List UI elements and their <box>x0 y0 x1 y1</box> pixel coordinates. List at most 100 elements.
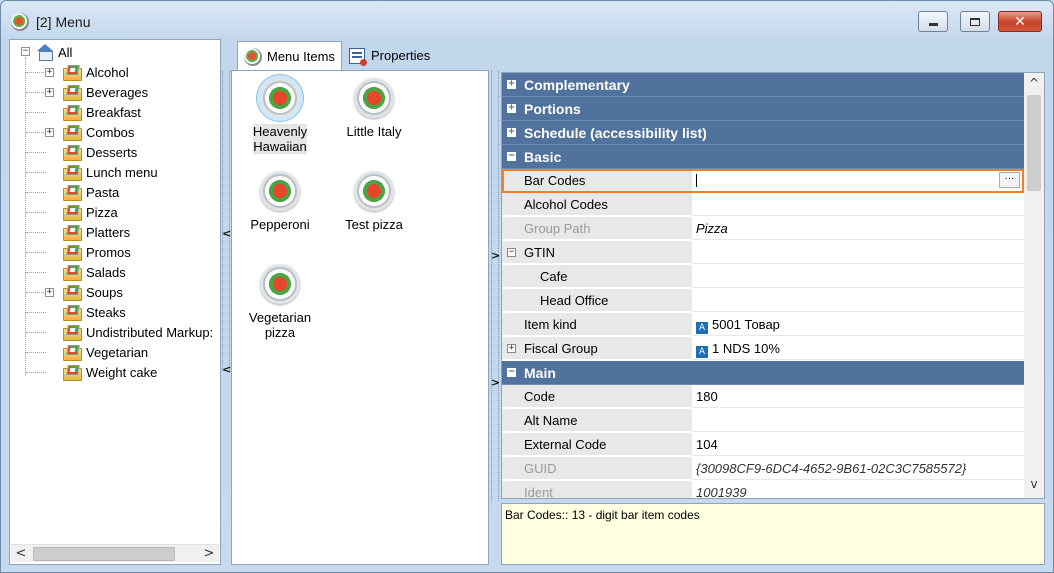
tree-item[interactable]: Combos <box>62 122 134 142</box>
expand-icon[interactable]: + <box>507 79 516 89</box>
folder-icon <box>62 344 82 361</box>
tree-guide-line <box>26 352 46 353</box>
tree-item[interactable]: Breakfast <box>62 102 141 122</box>
folder-icon <box>62 224 82 241</box>
prop-guid[interactable]: GUID {30098CF9-6DC4-4652-9B61-02C3C75855… <box>502 457 1024 481</box>
scroll-right-arrow[interactable]: > <box>201 546 217 562</box>
expand-right-arrow-2[interactable]: > <box>491 376 500 389</box>
prop-cafe[interactable]: Cafe <box>502 265 1024 289</box>
prop-group-path[interactable]: Group Path Pizza <box>502 217 1024 241</box>
tree-expand-icon[interactable]: + <box>45 68 54 77</box>
tree-item-label: Undistributed Markup: <box>86 324 214 340</box>
tree-item[interactable]: Desserts <box>62 142 137 162</box>
scroll-up-arrow[interactable]: ^ <box>1027 76 1041 90</box>
menu-item-vegetarian-pizza[interactable]: Vegetarian pizza <box>238 264 322 340</box>
prop-bar-codes[interactable]: Bar Codes ··· <box>502 169 1024 193</box>
tree-item[interactable]: Lunch menu <box>62 162 158 182</box>
collapse-icon[interactable]: − <box>507 151 516 161</box>
scroll-left-arrow[interactable]: < <box>13 546 29 562</box>
category-basic[interactable]: − Basic <box>502 145 1024 169</box>
tree-guide-line <box>26 172 46 173</box>
expand-icon[interactable]: + <box>507 344 516 353</box>
close-icon: ✕ <box>1014 13 1026 30</box>
scroll-thumb[interactable] <box>33 547 175 561</box>
ellipsis-button[interactable]: ··· <box>999 172 1020 188</box>
scroll-thumb[interactable] <box>1027 95 1041 191</box>
tree-item-label: Weight cake <box>86 364 158 380</box>
tree-item[interactable]: Weight cake <box>62 362 157 382</box>
right-splitter[interactable] <box>491 71 499 501</box>
folder-icon <box>62 84 82 101</box>
category-schedule[interactable]: + Schedule (accessibility list) <box>502 121 1024 145</box>
prop-alt-name[interactable]: Alt Name <box>502 409 1024 433</box>
text-caret <box>696 174 697 187</box>
prop-ident[interactable]: Ident 1001939 <box>502 481 1024 498</box>
tree-item[interactable]: Steaks <box>62 302 126 322</box>
menu-item-heavenly-hawaiian[interactable]: Heavenly Hawaiian <box>238 78 322 154</box>
category-complementary[interactable]: + Complementary <box>502 73 1024 97</box>
expand-icon[interactable]: + <box>507 103 516 113</box>
tree-horizontal-scrollbar[interactable]: < > <box>11 544 219 562</box>
prop-external-code[interactable]: External Code 104 <box>502 433 1024 457</box>
collapse-left-arrow[interactable]: < <box>222 227 231 240</box>
close-button[interactable]: ✕ <box>998 11 1042 32</box>
maximize-button[interactable] <box>960 11 990 32</box>
prop-code[interactable]: Code 180 <box>502 385 1024 409</box>
menu-item-little-italy[interactable]: Little Italy <box>332 78 416 139</box>
tree-item[interactable]: Vegetarian <box>62 342 148 362</box>
tree-expand-icon[interactable]: + <box>45 288 54 297</box>
folder-icon <box>62 264 82 281</box>
tab-properties[interactable]: Properties <box>343 41 436 70</box>
tree-item-label: Pizza <box>86 204 118 220</box>
tree-item[interactable]: Undistributed Markup: <box>62 322 213 342</box>
tree-item-all[interactable]: All <box>36 42 72 62</box>
scroll-down-arrow[interactable]: v <box>1027 477 1041 491</box>
tree-guide-line <box>26 72 46 73</box>
prop-gtin[interactable]: − GTIN <box>502 241 1024 265</box>
tree-item[interactable]: Alcohol <box>62 62 129 82</box>
category-tree[interactable]: − All Alcohol + Beverages + Breakfast Combos +… <box>9 39 221 565</box>
category-main[interactable]: − Main <box>502 361 1024 385</box>
tree-guide-line <box>26 272 46 273</box>
prop-head-office[interactable]: Head Office <box>502 289 1024 313</box>
left-splitter[interactable] <box>222 71 230 371</box>
folder-icon <box>62 104 82 121</box>
minimize-button[interactable] <box>918 11 948 32</box>
tree-item[interactable]: Pasta <box>62 182 119 202</box>
menu-item-pepperoni[interactable]: Pepperoni <box>238 171 322 232</box>
folder-icon <box>62 324 82 341</box>
tree-guide-line <box>25 57 26 375</box>
prop-item-kind[interactable]: Item kind A 5001 Товар <box>502 313 1024 337</box>
folder-icon <box>62 284 82 301</box>
tree-item-label: Lunch menu <box>86 164 158 180</box>
tree-item[interactable]: Salads <box>62 262 126 282</box>
tab-menu-items[interactable]: Menu Items <box>237 41 342 71</box>
collapse-icon[interactable]: − <box>507 248 516 257</box>
folder-icon <box>62 244 82 261</box>
grid-vertical-scrollbar[interactable]: ^ v <box>1024 73 1044 498</box>
tree-item[interactable]: Platters <box>62 222 130 242</box>
folder-icon <box>62 304 82 321</box>
collapse-left-arrow-2[interactable]: < <box>222 363 231 376</box>
minimize-icon <box>928 23 938 26</box>
bar-codes-field[interactable] <box>693 169 1024 192</box>
tree-expand-icon[interactable]: + <box>45 88 54 97</box>
tree-item[interactable]: Beverages <box>62 82 148 102</box>
tree-item-label: Desserts <box>86 144 138 160</box>
tree-expand-icon[interactable]: + <box>45 128 54 137</box>
collapse-icon[interactable]: − <box>507 367 516 377</box>
menu-item-test-pizza[interactable]: Test pizza <box>332 171 416 232</box>
tree-collapse-root[interactable]: − <box>21 47 30 56</box>
tree-item[interactable]: Soups <box>62 282 123 302</box>
category-portions[interactable]: + Portions <box>502 97 1024 121</box>
tree-item[interactable]: Promos <box>62 242 131 262</box>
prop-alcohol-codes[interactable]: Alcohol Codes <box>502 193 1024 217</box>
tab-label: Menu Items <box>267 49 335 64</box>
maximize-icon <box>970 17 980 26</box>
prop-fiscal-group[interactable]: + Fiscal Group A1 NDS 10% <box>502 337 1024 361</box>
expand-right-arrow[interactable]: > <box>491 249 500 262</box>
expand-icon[interactable]: + <box>507 127 516 137</box>
tree-item[interactable]: Pizza <box>62 202 118 222</box>
tree-item-label: Promos <box>86 244 131 260</box>
property-grid[interactable]: + Complementary + Portions + Schedule (a… <box>501 72 1045 499</box>
